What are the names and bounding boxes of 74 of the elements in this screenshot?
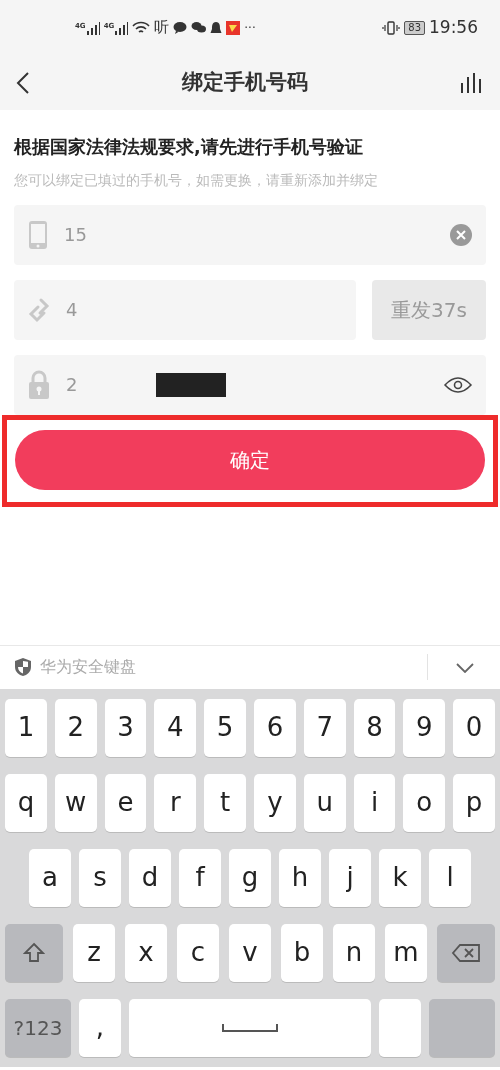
key[interactable]: 0: [453, 698, 495, 757]
shift-icon: [23, 941, 45, 964]
key[interactable]: v: [229, 923, 271, 982]
key[interactable]: z: [73, 923, 115, 982]
key[interactable]: 4: [154, 698, 197, 757]
eye-icon: [444, 376, 472, 394]
key[interactable]: 3: [104, 698, 147, 757]
key[interactable]: b: [281, 923, 323, 982]
key[interactable]: l: [429, 848, 471, 907]
back-icon: [16, 72, 30, 94]
more-text: ···: [244, 19, 256, 37]
key[interactable]: j: [329, 848, 371, 907]
signal-icon: [114, 20, 129, 35]
key[interactable]: e: [104, 773, 147, 832]
key[interactable]: w: [54, 773, 97, 832]
field-value: 4: [66, 298, 79, 322]
notice-title: 根据国家法律法规要求,请先进行手机号验证: [14, 136, 364, 159]
field-value: 15: [64, 223, 88, 247]
key[interactable]: s: [79, 848, 121, 907]
app-glyph: 听: [154, 17, 170, 39]
confirm-button[interactable]: 确定: [15, 429, 485, 490]
key[interactable]: 2: [54, 698, 97, 757]
backspace-key[interactable]: [437, 923, 495, 982]
backspace-icon: [451, 942, 481, 963]
app-icon: [226, 20, 241, 35]
bar-chart-icon: [460, 70, 484, 95]
key[interactable]: o: [403, 773, 446, 832]
shift-key[interactable]: [5, 923, 63, 982]
page-title: 绑定手机号码: [182, 68, 308, 96]
key[interactable]: m: [385, 923, 427, 982]
keyboard-title: 华为安全键盘: [40, 656, 136, 678]
field-value: 2: [66, 373, 79, 397]
key[interactable]: u: [303, 773, 346, 832]
symbols-key[interactable]: ?123: [5, 998, 71, 1057]
key[interactable]: k: [379, 848, 421, 907]
key[interactable]: 9: [403, 698, 446, 757]
chat-bubble-icon: [173, 21, 188, 34]
key[interactable]: g: [229, 848, 271, 907]
key[interactable]: c: [177, 923, 219, 982]
stats-button[interactable]: [460, 70, 484, 95]
link-icon: [28, 296, 50, 323]
key[interactable]: a: [29, 848, 71, 907]
key[interactable]: 5: [204, 698, 246, 757]
key[interactable]: x: [125, 923, 167, 982]
key[interactable]: h: [279, 848, 321, 907]
lock-icon: [28, 369, 50, 400]
battery-indicator: 83: [404, 20, 425, 35]
chevron-down-icon: [456, 662, 474, 673]
key[interactable]: t: [204, 773, 246, 832]
bell-icon: [210, 20, 223, 35]
key[interactable]: i: [353, 773, 396, 832]
wifi-icon: [132, 20, 151, 35]
key[interactable]: d: [129, 848, 171, 907]
notice-text: 您可以绑定已填过的手机号，如需更换，请重新添加并绑定: [14, 171, 379, 191]
key[interactable]: 6: [254, 698, 296, 757]
shield-icon: [14, 657, 32, 677]
key[interactable]: r: [154, 773, 197, 832]
key[interactable]: p: [453, 773, 495, 832]
clear-icon: [450, 224, 472, 246]
phone-icon: [28, 219, 48, 250]
key[interactable]: 1: [5, 698, 47, 757]
key[interactable]: y: [254, 773, 296, 832]
key[interactable]: 8: [353, 698, 396, 757]
vibrate-icon: [382, 20, 401, 35]
space-icon: [222, 1022, 278, 1033]
clock-time: 19:56: [429, 15, 478, 39]
key[interactable]: 7: [303, 698, 346, 757]
chat-bubbles-icon: [191, 21, 207, 34]
key[interactable]: n: [333, 923, 375, 982]
key[interactable]: ,: [79, 998, 121, 1057]
key[interactable]: f: [179, 848, 221, 907]
key[interactable]: q: [5, 773, 47, 832]
back-button[interactable]: [16, 70, 30, 95]
signal-icon: [85, 20, 100, 35]
